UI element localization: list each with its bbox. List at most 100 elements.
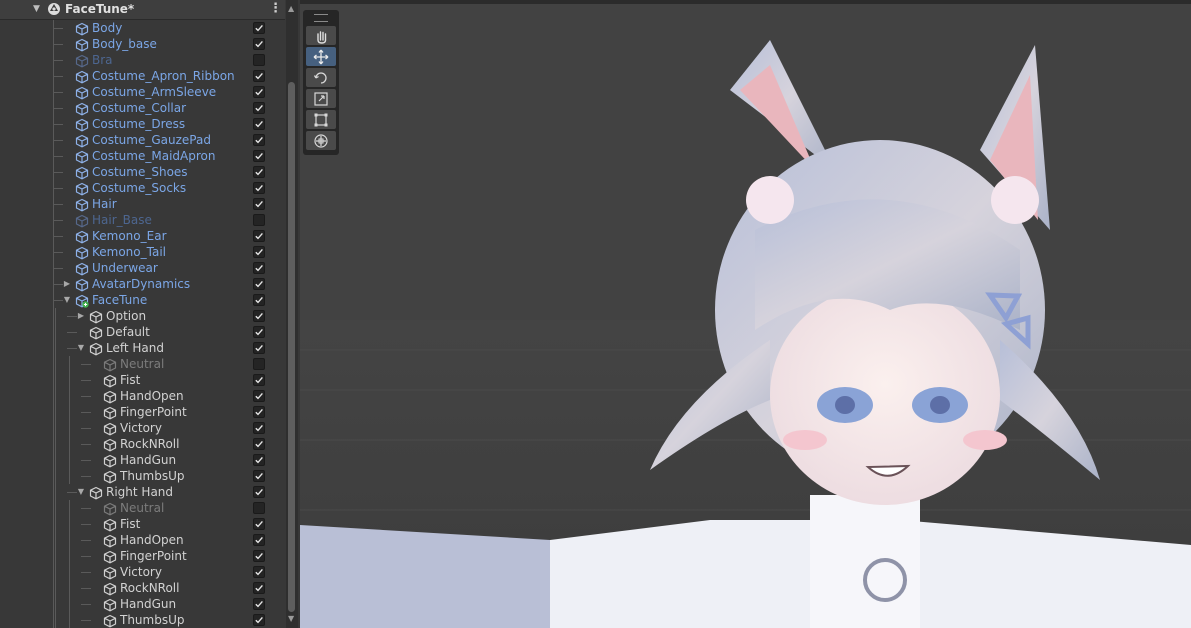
rect-tool-button[interactable] [306, 110, 336, 129]
active-toggle-checkbox[interactable] [253, 198, 265, 210]
hierarchy-row-costume-armsleeve[interactable]: Costume_ArmSleeve [0, 84, 285, 100]
scale-tool-button[interactable] [306, 89, 336, 108]
hierarchy-row-handopen[interactable]: HandOpen [0, 532, 285, 548]
foldout-expanded-icon[interactable]: ▼ [76, 343, 86, 353]
hierarchy-row-costume-socks[interactable]: Costume_Socks [0, 180, 285, 196]
scroll-up-arrow-icon[interactable]: ▲ [288, 4, 294, 13]
overlay-drag-handle[interactable] [314, 14, 328, 22]
active-toggle-checkbox[interactable] [253, 598, 265, 610]
active-toggle-checkbox[interactable] [253, 54, 265, 66]
hierarchy-row-handopen[interactable]: HandOpen [0, 388, 285, 404]
hierarchy-row-thumbsup[interactable]: ThumbsUp [0, 612, 285, 628]
active-toggle-checkbox[interactable] [253, 470, 265, 482]
active-toggle-checkbox[interactable] [253, 118, 265, 130]
hierarchy-row-default[interactable]: Default [0, 324, 285, 340]
active-toggle-checkbox[interactable] [253, 454, 265, 466]
scene-view[interactable] [300, 0, 1191, 628]
hierarchy-item-label: HandGun [120, 597, 177, 611]
hierarchy-row-option[interactable]: ▶ Option [0, 308, 285, 324]
hierarchy-row-avatardynamics[interactable]: ▶ AvatarDynamics [0, 276, 285, 292]
hierarchy-row-fist[interactable]: Fist [0, 516, 285, 532]
scrollbar-thumb[interactable] [288, 82, 295, 612]
active-toggle-checkbox[interactable] [253, 166, 265, 178]
tree-guide-line [55, 596, 56, 612]
foldout-expanded-icon[interactable]: ▼ [62, 295, 72, 305]
foldout-expanded-icon[interactable]: ▼ [76, 487, 86, 497]
scene-foldout-arrow-icon[interactable]: ▼ [33, 4, 40, 14]
active-toggle-checkbox[interactable] [253, 550, 265, 562]
hierarchy-row-right-hand[interactable]: ▼ Right Hand [0, 484, 285, 500]
foldout-collapsed-icon[interactable]: ▶ [76, 311, 86, 321]
active-toggle-checkbox[interactable] [253, 294, 265, 306]
active-toggle-checkbox[interactable] [253, 70, 265, 82]
hierarchy-row-fist[interactable]: Fist [0, 372, 285, 388]
hierarchy-row-kemono-ear[interactable]: Kemono_Ear [0, 228, 285, 244]
hierarchy-row-handgun[interactable]: HandGun [0, 452, 285, 468]
hierarchy-row-underwear[interactable]: Underwear [0, 260, 285, 276]
hierarchy-row-hair-base[interactable]: Hair_Base [0, 212, 285, 228]
hierarchy-row-costume-collar[interactable]: Costume_Collar [0, 100, 285, 116]
hierarchy-row-fingerpoint[interactable]: FingerPoint [0, 404, 285, 420]
active-toggle-checkbox[interactable] [253, 22, 265, 34]
active-toggle-checkbox[interactable] [253, 342, 265, 354]
hierarchy-row-costume-apron-ribbon[interactable]: Costume_Apron_Ribbon [0, 68, 285, 84]
active-toggle-checkbox[interactable] [253, 566, 265, 578]
active-toggle-checkbox[interactable] [253, 262, 265, 274]
scene-menu-kebab-icon[interactable]: ⋮ [269, 1, 282, 16]
active-toggle-checkbox[interactable] [253, 134, 265, 146]
hierarchy-row-costume-shoes[interactable]: Costume_Shoes [0, 164, 285, 180]
scroll-down-arrow-icon[interactable]: ▼ [288, 614, 294, 623]
active-toggle-checkbox[interactable] [253, 278, 265, 290]
move-tool-button[interactable] [306, 47, 336, 66]
active-toggle-checkbox[interactable] [253, 614, 265, 626]
rotate-tool-button[interactable] [306, 68, 336, 87]
transform-tool-button[interactable] [306, 131, 336, 150]
hierarchy-row-left-hand[interactable]: ▼ Left Hand [0, 340, 285, 356]
hierarchy-row-facetune[interactable]: ▼ FaceTune [0, 292, 285, 308]
hierarchy-row-thumbsup[interactable]: ThumbsUp [0, 468, 285, 484]
active-toggle-checkbox[interactable] [253, 358, 265, 370]
hierarchy-row-costume-dress[interactable]: Costume_Dress [0, 116, 285, 132]
active-toggle-checkbox[interactable] [253, 534, 265, 546]
hierarchy-scene-header[interactable]: ▼ FaceTune* ⋮ [0, 0, 285, 20]
hierarchy-row-rocknroll[interactable]: RockNRoll [0, 580, 285, 596]
active-toggle-checkbox[interactable] [253, 182, 265, 194]
tree-guide-line [69, 356, 70, 372]
active-toggle-checkbox[interactable] [253, 518, 265, 530]
gameobject-cube-icon [103, 405, 117, 420]
hierarchy-row-hair[interactable]: Hair [0, 196, 285, 212]
hierarchy-row-body-base[interactable]: Body_base [0, 36, 285, 52]
active-toggle-checkbox[interactable] [253, 214, 265, 226]
hierarchy-row-costume-gauzepad[interactable]: Costume_GauzePad [0, 132, 285, 148]
active-toggle-checkbox[interactable] [253, 406, 265, 418]
hierarchy-row-body[interactable]: Body [0, 20, 285, 36]
foldout-collapsed-icon[interactable]: ▶ [62, 279, 72, 289]
hierarchy-row-kemono-tail[interactable]: Kemono_Tail [0, 244, 285, 260]
hierarchy-row-victory[interactable]: Victory [0, 564, 285, 580]
active-toggle-checkbox[interactable] [253, 438, 265, 450]
hierarchy-row-neutral[interactable]: Neutral [0, 500, 285, 516]
hierarchy-row-fingerpoint[interactable]: FingerPoint [0, 548, 285, 564]
active-toggle-checkbox[interactable] [253, 390, 265, 402]
hierarchy-row-handgun[interactable]: HandGun [0, 596, 285, 612]
active-toggle-checkbox[interactable] [253, 38, 265, 50]
active-toggle-checkbox[interactable] [253, 310, 265, 322]
hierarchy-row-rocknroll[interactable]: RockNRoll [0, 436, 285, 452]
active-toggle-checkbox[interactable] [253, 374, 265, 386]
hierarchy-row-costume-maidapron[interactable]: Costume_MaidApron [0, 148, 285, 164]
active-toggle-checkbox[interactable] [253, 150, 265, 162]
active-toggle-checkbox[interactable] [253, 230, 265, 242]
hierarchy-row-victory[interactable]: Victory [0, 420, 285, 436]
active-toggle-checkbox[interactable] [253, 326, 265, 338]
active-toggle-checkbox[interactable] [253, 582, 265, 594]
active-toggle-checkbox[interactable] [253, 246, 265, 258]
active-toggle-checkbox[interactable] [253, 102, 265, 114]
hierarchy-scrollbar[interactable]: ▲ ▼ [286, 0, 298, 628]
active-toggle-checkbox[interactable] [253, 502, 265, 514]
hand-tool-button[interactable] [306, 26, 336, 45]
active-toggle-checkbox[interactable] [253, 86, 265, 98]
hierarchy-row-bra[interactable]: Bra [0, 52, 285, 68]
active-toggle-checkbox[interactable] [253, 486, 265, 498]
active-toggle-checkbox[interactable] [253, 422, 265, 434]
hierarchy-row-neutral[interactable]: Neutral [0, 356, 285, 372]
